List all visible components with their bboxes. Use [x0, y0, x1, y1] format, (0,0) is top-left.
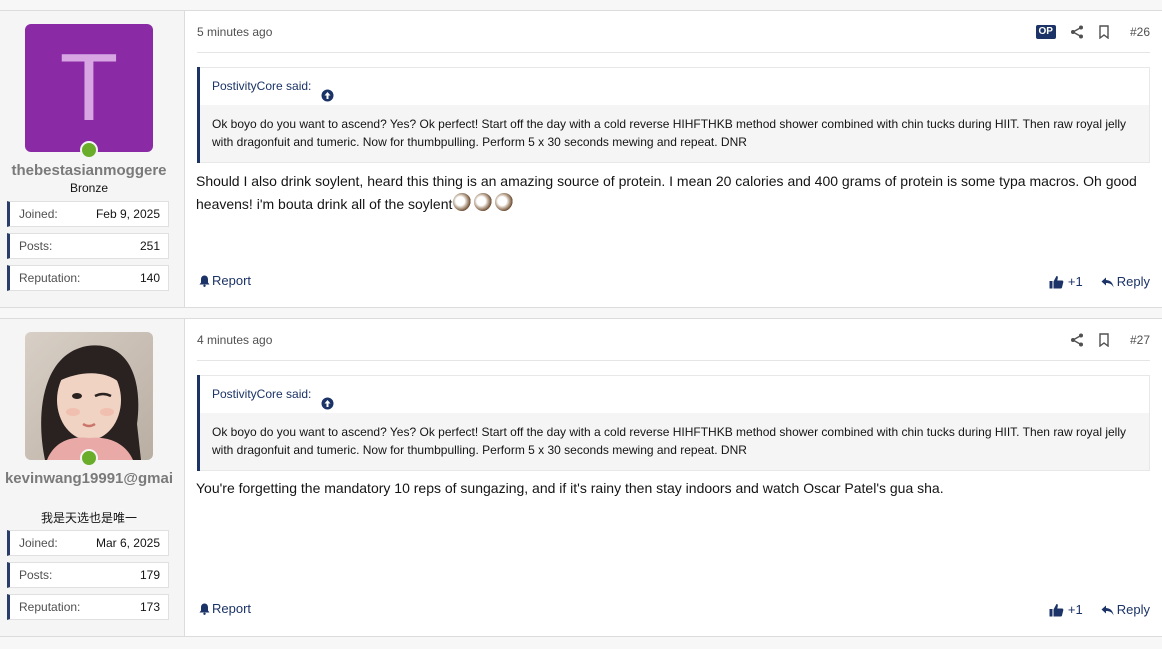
user-stat-joined: Joined: Mar 6, 2025 — [7, 530, 169, 556]
forum-post: T thebestasianmoggere Bronze Joined: Feb… — [0, 11, 1162, 307]
username[interactable]: thebestasianmoggere — [0, 161, 178, 181]
divider — [197, 360, 1150, 361]
report-label[interactable]: Report — [212, 601, 251, 616]
stat-value: 251 — [139, 239, 160, 253]
user-title: 我是天选也是唯一 — [40, 511, 137, 525]
share-icon[interactable] — [1070, 333, 1084, 347]
thumbs-up-icon[interactable] — [1049, 603, 1064, 617]
user-info-panel: T thebestasianmoggere Bronze Joined: Feb… — [0, 11, 195, 307]
user-stat-reputation: Reputation: 173 — [7, 594, 169, 620]
stat-value: 173 — [139, 600, 160, 614]
report-link[interactable]: Report — [199, 273, 251, 288]
thumbs-up-icon[interactable] — [1049, 275, 1064, 289]
op-badge: OP — [1035, 25, 1056, 39]
arrow-up-circle-icon[interactable] — [321, 388, 334, 410]
smilie-icon — [453, 193, 472, 211]
post-actions: #27 — [1070, 331, 1150, 349]
post-number-link[interactable]: #26 — [1130, 25, 1150, 39]
stat-label: Joined: — [19, 207, 58, 221]
stat-label: Reputation: — [19, 271, 81, 285]
stat-label: Joined: — [19, 536, 58, 550]
user-stat-joined: Joined: Feb 9, 2025 — [7, 201, 169, 227]
online-status-indicator — [80, 449, 98, 467]
user-info-panel: kevinwang19991@gmai 我是天选也是唯一 Joined: Mar… — [0, 319, 195, 636]
stat-value: 140 — [139, 271, 160, 285]
bookmark-icon[interactable] — [1097, 333, 1111, 347]
quote-author-label[interactable]: PostivityCore said: — [212, 79, 311, 93]
reply-button[interactable]: Reply — [1117, 602, 1150, 617]
quote-author-label[interactable]: PostivityCore said: — [212, 387, 311, 401]
post-actions: OP #26 — [1035, 23, 1150, 41]
user-stat-posts: Posts: 179 — [7, 562, 169, 588]
stat-label: Posts: — [19, 568, 53, 582]
user-title: Bronze — [69, 181, 109, 195]
post-footer-actions: +1 Reply — [1049, 274, 1150, 289]
bell-icon — [199, 603, 210, 615]
reply-icon[interactable] — [1101, 276, 1114, 288]
stat-value: 179 — [139, 568, 160, 582]
bookmark-icon[interactable] — [1097, 25, 1111, 39]
bell-icon — [199, 275, 210, 287]
post-separator — [0, 0, 1162, 11]
post-timestamp[interactable]: 5 minutes ago — [197, 25, 272, 39]
username[interactable]: kevinwang19991@gmai — [0, 469, 178, 489]
online-status-indicator — [80, 141, 98, 159]
quote-text: Ok boyo do you want to ascend? Yes? Ok p… — [200, 105, 1150, 163]
post-separator — [0, 307, 1162, 319]
arrow-up-circle-icon[interactable] — [321, 80, 334, 102]
reply-button[interactable]: Reply — [1117, 274, 1150, 289]
post-body: 4 minutes ago #27 PostivityCore said: Ok… — [185, 319, 1162, 636]
post-body: 5 minutes ago OP #26 PostivityCore said:… — [185, 11, 1162, 307]
post-separator — [0, 636, 1162, 649]
quote-block: PostivityCore said: Ok boyo do you want … — [197, 375, 1150, 471]
stat-value: Mar 6, 2025 — [95, 536, 160, 550]
forum-post: kevinwang19991@gmai 我是天选也是唯一 Joined: Mar… — [0, 319, 1162, 636]
divider — [197, 52, 1150, 53]
stat-value: Feb 9, 2025 — [95, 207, 160, 221]
report-link[interactable]: Report — [199, 601, 251, 616]
report-label[interactable]: Report — [212, 273, 251, 288]
quote-block: PostivityCore said: Ok boyo do you want … — [197, 67, 1150, 163]
avatar-photo — [25, 332, 153, 460]
quote-author[interactable]: PostivityCore said: — [200, 67, 1150, 105]
stat-label: Posts: — [19, 239, 53, 253]
stat-label: Reputation: — [19, 600, 81, 614]
reaction-count[interactable]: +1 — [1068, 274, 1083, 289]
post-number-link[interactable]: #27 — [1130, 333, 1150, 347]
avatar[interactable] — [25, 332, 153, 460]
reply-icon[interactable] — [1101, 604, 1114, 616]
post-message: Should I also drink soylent, heard this … — [196, 170, 1150, 218]
message-text: Should I also drink soylent, heard this … — [196, 173, 1137, 213]
user-stat-reputation: Reputation: 140 — [7, 265, 169, 291]
smilie-icon — [495, 193, 514, 211]
post-message: You're forgetting the mandatory 10 reps … — [196, 477, 1150, 500]
quote-text: Ok boyo do you want to ascend? Yes? Ok p… — [200, 413, 1150, 471]
reaction-count[interactable]: +1 — [1068, 602, 1083, 617]
smilie-icon — [474, 193, 493, 211]
post-timestamp[interactable]: 4 minutes ago — [197, 333, 272, 347]
avatar[interactable]: T — [25, 24, 153, 152]
quote-author[interactable]: PostivityCore said: — [200, 375, 1150, 413]
share-icon[interactable] — [1070, 25, 1084, 39]
message-text: You're forgetting the mandatory 10 reps … — [196, 480, 944, 496]
post-footer-actions: +1 Reply — [1049, 602, 1150, 617]
emoji-smilies — [453, 193, 516, 218]
user-stat-posts: Posts: 251 — [7, 233, 169, 259]
